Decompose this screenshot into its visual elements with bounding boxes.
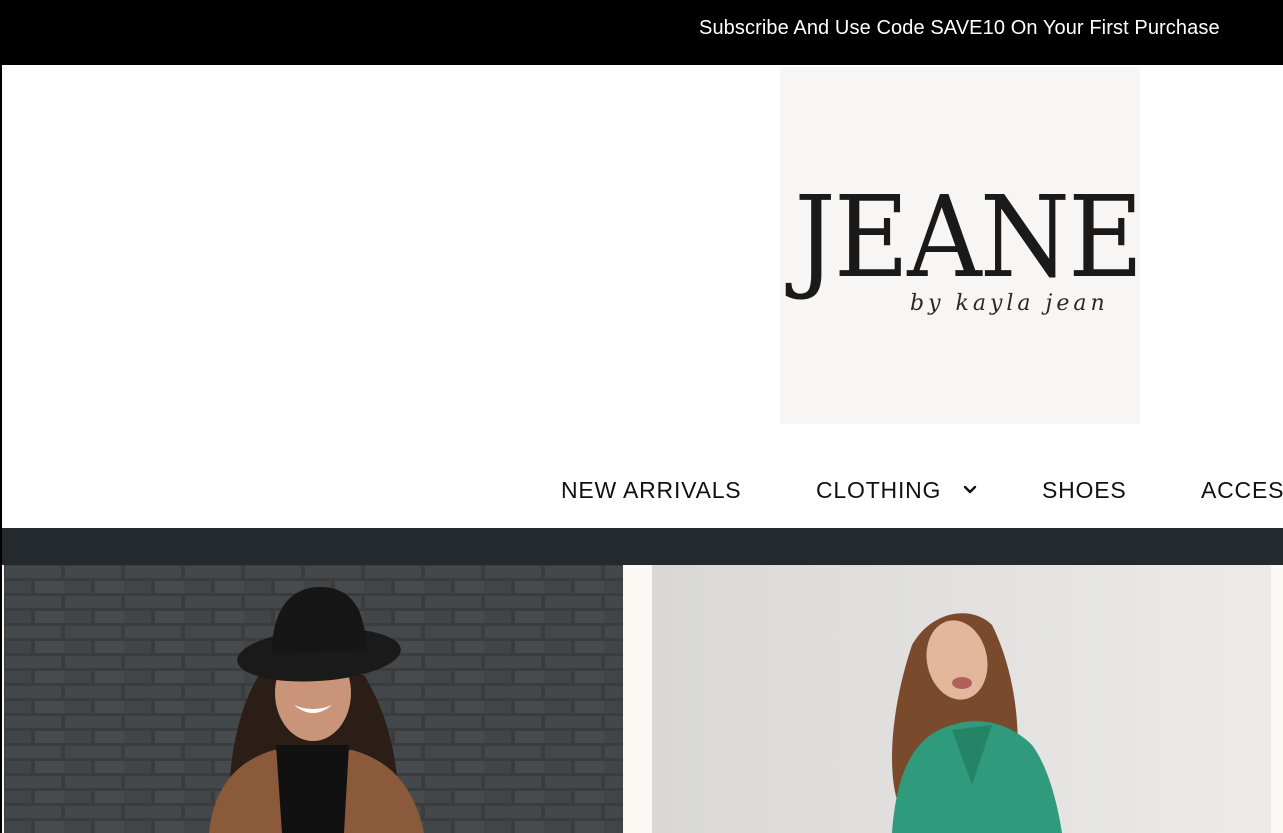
brand-tagline: by kayla jean xyxy=(910,291,1109,316)
announcement-text[interactable]: Subscribe And Use Code SAVE10 On Your Fi… xyxy=(699,17,1220,40)
site-header: JEANE by kayla jean NEW ARRIVALS CLOTHIN… xyxy=(2,65,1283,528)
hero-image-right[interactable] xyxy=(652,565,1271,833)
hero-image-left[interactable] xyxy=(4,565,623,833)
woman-in-black-hat-photo-icon xyxy=(4,565,623,833)
nav-item-new-arrivals[interactable]: NEW ARRIVALS xyxy=(561,477,741,504)
nav-item-shoes[interactable]: SHOES xyxy=(1042,477,1127,504)
brand-name: JEANE xyxy=(794,173,1143,303)
dark-banner-strip xyxy=(2,528,1283,565)
chevron-down-icon[interactable] xyxy=(961,481,979,499)
nav-item-clothing[interactable]: CLOTHING xyxy=(816,477,941,504)
brand-logo[interactable]: JEANE by kayla jean xyxy=(780,67,1143,424)
main-navigation: NEW ARRIVALS CLOTHING SHOES ACCESS xyxy=(2,467,1283,517)
nav-item-accessories[interactable]: ACCESS xyxy=(1201,477,1283,504)
page: Subscribe And Use Code SAVE10 On Your Fi… xyxy=(0,0,1283,833)
announcement-bar[interactable]: Subscribe And Use Code SAVE10 On Your Fi… xyxy=(2,0,1283,65)
woman-in-green-blouse-photo-icon xyxy=(652,565,1271,833)
